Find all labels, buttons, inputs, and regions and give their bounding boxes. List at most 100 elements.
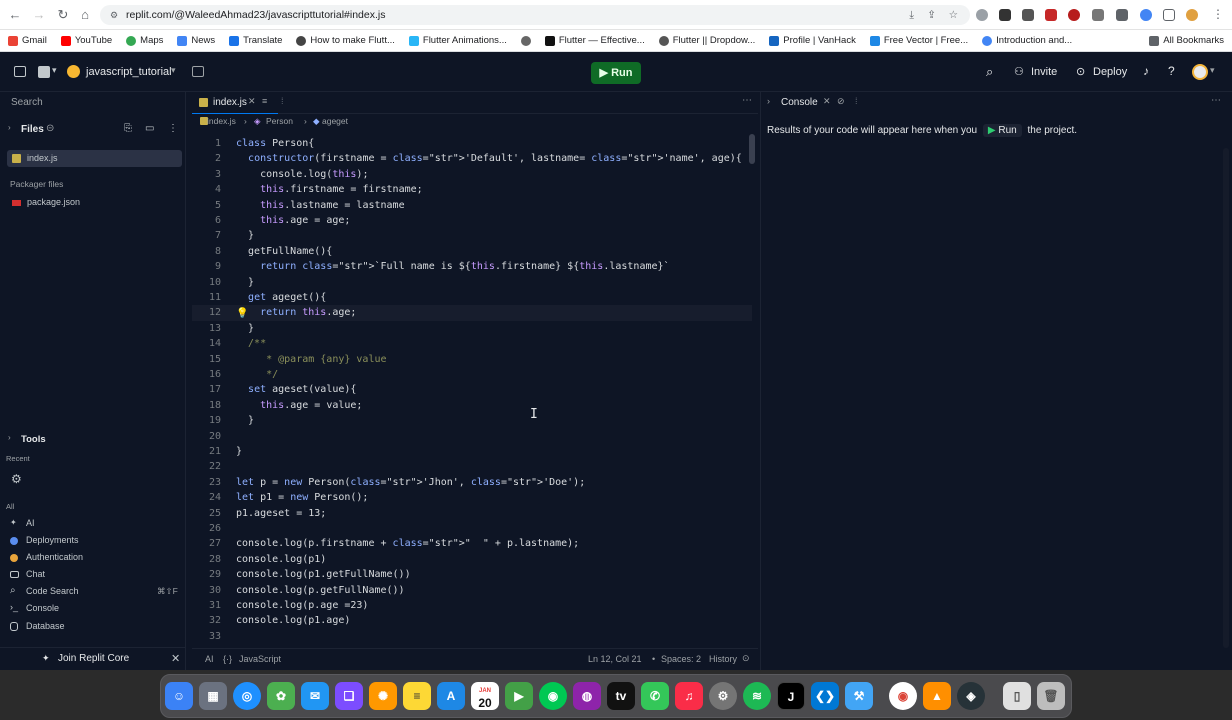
reload-icon[interactable]: ↻ [56,8,70,22]
chevron-down-icon[interactable]: › [8,433,11,442]
music-icon[interactable]: ♫ [675,682,703,710]
sidebar-toggle-icon[interactable] [14,66,26,77]
sync-extension-icon[interactable] [1140,9,1152,21]
bookmark-free-vector[interactable]: Free Vector | Free... [869,35,968,46]
bookmark-flutter-dropdown[interactable]: Flutter || Dropdow... [658,35,755,46]
more-options-icon[interactable]: ⋯ [742,95,752,106]
bookmark-news[interactable]: News [177,35,215,46]
adblock-extension-icon[interactable] [1068,9,1080,21]
breadcrumb-class[interactable]: Person [266,116,293,126]
bookmark-vanhack[interactable]: Profile | VanHack [769,35,856,46]
code-line[interactable]: 25 p1.ageset = 13; [192,506,752,521]
code-line[interactable]: 19 } [192,413,752,428]
all-bookmarks[interactable]: All Bookmarks [1149,35,1224,46]
close-tab-icon[interactable]: ✕ [823,96,831,107]
bookmark-introduction[interactable]: Introduction and... [982,35,1072,46]
breadcrumb-file[interactable]: index.js [207,116,236,126]
vlc-icon[interactable]: ▲ [923,682,951,710]
code-line[interactable]: 33 [192,629,752,644]
android-studio-icon[interactable]: ◈ [957,682,985,710]
tab-menu-icon[interactable]: ≡ [262,96,267,106]
files-section-title[interactable]: Files [21,124,44,135]
ai-status[interactable]: AI [205,654,214,664]
more-options-icon[interactable]: ⋮ [168,123,178,134]
replit-logo-icon[interactable] [38,66,50,78]
tool-authentication[interactable]: Authentication [0,550,186,566]
site-info-icon[interactable]: ⚙ [110,5,118,25]
code-line[interactable]: 10 } [192,275,752,290]
chevron-down-icon[interactable]: ▾ [171,65,176,76]
spotify-icon[interactable]: ≋ [743,682,771,710]
red-extension-icon[interactable] [1045,9,1057,21]
code-editor[interactable]: index.js › ◈ Person › ◆ ageget 1 class Pe… [192,114,758,648]
tab-index-js[interactable]: index.js ✕ ≡ [192,92,278,114]
profile-avatar[interactable] [1186,9,1198,21]
photos-icon[interactable]: ✿ [267,682,295,710]
bookmark-translate[interactable]: Translate [229,35,282,46]
bookmark-flutter-animations[interactable]: Flutter Animations... [408,35,507,46]
messages-icon[interactable]: ❏ [335,682,363,710]
code-line[interactable]: 9 return class="str">`Full name is ${thi… [192,259,752,274]
tool-deployments[interactable]: Deployments [0,533,186,549]
code-line[interactable]: 7 } [192,228,752,243]
join-replit-core-banner[interactable]: ✦ Join Replit Core ✕ [0,647,186,669]
safari-icon[interactable]: ◎ [233,682,261,710]
avatar[interactable] [1192,64,1208,80]
tools-section-title[interactable]: Tools [21,434,46,445]
tool-database[interactable]: Database [0,619,186,635]
close-icon[interactable]: ✕ [171,652,180,665]
extension-icon[interactable] [976,9,988,21]
address-bar[interactable]: ⚙ replit.com/@WaleedAhmad23/javascripttu… [100,5,970,25]
project-name[interactable]: javascript_tutorial [86,66,172,78]
cursor-position[interactable]: Ln 12, Col 21 [588,654,642,664]
share-icon[interactable]: ⇪ [927,5,936,25]
trash-icon[interactable]: 🗑 [1037,682,1065,710]
puzzle-icon[interactable] [1116,9,1128,21]
code-line[interactable]: 31 console.log(p.age =23) [192,598,752,613]
breadcrumb-member[interactable]: ageget [322,116,348,126]
tool-code-search[interactable]: ⌕ Code Search ⌘⇧F [0,584,186,600]
code-line[interactable]: 13 } [192,321,752,336]
settings-gear-icon[interactable]: ⚙ [11,472,22,486]
file-item-package-json[interactable]: package.json [27,197,80,207]
deploy-button[interactable]: Deploy [1093,66,1127,78]
screen-extension-icon[interactable] [1022,9,1034,21]
finder-icon[interactable]: ☺ [165,682,193,710]
scrollbar[interactable] [1223,148,1229,648]
app-store-icon[interactable]: A [437,682,465,710]
bookmark-maps[interactable]: Maps [126,35,163,46]
clear-console-icon[interactable]: ⊘ [837,96,845,107]
lightbulb-icon[interactable]: 💡 [236,308,248,319]
code-line[interactable]: 22 [192,459,752,474]
invite-button[interactable]: Invite [1031,66,1057,78]
tool-chat[interactable]: Chat [0,567,186,583]
documents-folder-icon[interactable]: ▯ [1003,682,1031,710]
podcasts-icon[interactable]: ◍ [573,682,601,710]
code-line[interactable]: 32 console.log(p1.age) [192,613,752,628]
history-icon[interactable]: ⊙ [742,653,750,664]
indentation-setting[interactable]: Spaces: 2 [661,654,701,664]
code-line[interactable]: 3 console.log(this); [192,167,752,182]
run-button[interactable]: ▶ Run [591,62,641,84]
search-input[interactable]: Search [11,97,43,108]
photo-booth-icon[interactable]: ✺ [369,682,397,710]
bookmark-globe[interactable] [520,35,531,46]
code-line[interactable]: 23 let p = new Person(class="str">'Jhon',… [192,475,752,490]
calendar-icon[interactable]: JAN 20 [471,682,499,710]
apple-tv-icon[interactable]: tv [607,682,635,710]
chevron-down-icon[interactable]: ▾ [1210,65,1215,76]
sidepanel-icon[interactable] [1163,9,1175,21]
vscode-icon[interactable]: ❮❯ [811,682,839,710]
bookmark-flutter-how[interactable]: How to make Flutt... [296,35,395,46]
search-icon[interactable]: ⌕ [986,64,993,80]
notification-bell-icon[interactable]: ♪ [1143,64,1149,78]
code-line[interactable]: 26 [192,521,752,536]
find-my-icon[interactable]: ◉ [539,682,567,710]
code-line[interactable]: 30 console.log(p.getFullName()) [192,583,752,598]
code-line[interactable]: 29 console.log(p1.getFullName()) [192,567,752,582]
back-icon[interactable]: ← [8,8,22,22]
system-settings-icon[interactable]: ⚙ [709,682,737,710]
bookmark-youtube[interactable]: YouTube [60,35,112,46]
code-line[interactable]: 17 set ageset(value){ [192,382,752,397]
project-info-icon[interactable] [192,66,204,77]
